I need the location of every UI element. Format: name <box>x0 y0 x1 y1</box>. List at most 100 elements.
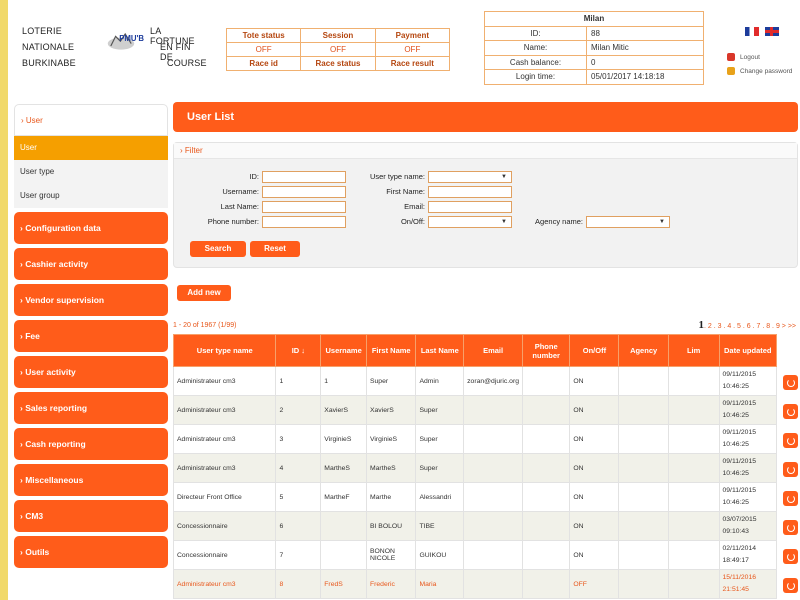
phone-label: Phone number: <box>207 217 259 226</box>
sidebar-item-sales-reporting[interactable]: › Sales reporting <box>14 392 168 424</box>
cell-on-off: ON <box>569 540 620 570</box>
reset-button[interactable]: Reset <box>250 241 300 257</box>
edit-wrench-icon[interactable] <box>783 375 798 390</box>
table-row[interactable]: Concessionnaire 7 BONON NICOLE GUIKOU ON 02/1… <box>172 540 777 570</box>
english-flag-icon[interactable] <box>765 27 780 37</box>
cell-date-updated: 03/07/2015 09:10:43 <box>718 511 777 541</box>
sidebar-item-outils[interactable]: › Outils <box>14 536 168 568</box>
cell-id: 3 <box>275 424 322 454</box>
col-on-off[interactable]: On/Off <box>569 334 620 367</box>
cell-user-type-name: Concessionnaire <box>172 540 277 570</box>
cell-user-type-name: Administrateur cm3 <box>172 569 277 599</box>
cell-email: zoran@djuric.org <box>463 366 523 396</box>
cell-id: 6 <box>275 511 322 541</box>
col-username[interactable]: Username <box>320 334 367 367</box>
table-row[interactable]: Administrateur cm3 3 VirginieS VirginieS Sup… <box>172 424 777 454</box>
status-table: Tote status Session Payment OFF OFF OFF … <box>225 28 451 71</box>
username-label: Username: <box>222 187 259 196</box>
col-lim[interactable]: Lim <box>667 334 720 367</box>
user-name-label: Name: <box>484 40 587 56</box>
username-input[interactable] <box>262 186 346 198</box>
lastname-input[interactable] <box>262 201 346 213</box>
edit-wrench-icon[interactable] <box>783 433 798 448</box>
session-value: OFF <box>300 42 376 57</box>
sidebar-item-user-activity[interactable]: › User activity <box>14 356 168 388</box>
table-row[interactable]: Administrateur cm3 4 MartheS MartheS Super ON… <box>172 453 777 483</box>
sidebar-item-vendor-supervision[interactable]: › Vendor supervision <box>14 284 168 316</box>
phone-input[interactable] <box>262 216 346 228</box>
col-agency[interactable]: Agency <box>618 334 669 367</box>
filter-panel: › Filter ID: Username: Last Name: Phone … <box>173 142 798 268</box>
change-password-label: Change password <box>740 68 793 75</box>
col-first-name[interactable]: First Name <box>365 334 417 367</box>
cell-agency <box>618 453 669 483</box>
sidebar-item-label: Fee <box>25 331 40 341</box>
cell-username: MartheS <box>320 453 367 483</box>
sidebar-subitem-user[interactable]: User <box>14 136 168 160</box>
cell-first-name: BI BOLOU <box>365 511 417 541</box>
usertype-select[interactable]: ▼ <box>428 171 512 183</box>
cell-user-type-name: Administrateur cm3 <box>172 395 277 425</box>
filter-toggle[interactable]: › Filter <box>174 143 797 159</box>
user-id-label: ID: <box>484 25 587 41</box>
sidebar-item-configuration-data[interactable]: › Configuration data <box>14 212 168 244</box>
cell-user-type-name: Directeur Front Office <box>172 482 277 512</box>
cell-lim <box>667 569 720 599</box>
cash-balance-value: 0 <box>586 54 704 70</box>
logo-text: COURSE <box>167 58 207 68</box>
race-status-header: Race status <box>300 56 376 71</box>
sidebar-section-user[interactable]: › User <box>14 104 168 136</box>
page-links[interactable]: . 2 . 3 . 4 . 5 . 6 . 7 . 8 . 9 > >> <box>704 323 796 330</box>
col-email[interactable]: Email <box>463 334 523 367</box>
edit-wrench-icon[interactable] <box>783 404 798 419</box>
id-label: ID: <box>249 172 259 181</box>
edit-wrench-icon[interactable] <box>783 462 798 477</box>
col-user-type-name[interactable]: User type name <box>172 334 277 367</box>
sidebar-item-label: Sales reporting <box>25 403 88 413</box>
cell-user-type-name: Administrateur cm3 <box>172 453 277 483</box>
pagination[interactable]: 1. 2 . 3 . 4 . 5 . 6 . 7 . 8 . 9 > >> <box>698 319 796 331</box>
email-input[interactable] <box>428 201 512 213</box>
col-date-updated[interactable]: Date updated <box>718 334 777 367</box>
table-row[interactable]: Administrateur cm3 1 1 Super Admin zoran@djur… <box>172 366 777 396</box>
col-id[interactable]: ID ↓ <box>275 334 322 367</box>
cell-phone <box>521 540 571 570</box>
sidebar-subitem-user-group[interactable]: User group <box>14 184 168 208</box>
cell-lim <box>667 511 720 541</box>
cell-first-name: MartheS <box>365 453 417 483</box>
edit-wrench-icon[interactable] <box>783 491 798 506</box>
sidebar-item-miscellaneous[interactable]: › Miscellaneous <box>14 464 168 496</box>
login-time-label: Login time: <box>484 69 587 85</box>
table-row[interactable]: Administrateur cm3 8 FredS Frederic Maria OFF… <box>172 569 777 599</box>
firstname-input[interactable] <box>428 186 512 198</box>
edit-wrench-icon[interactable] <box>783 549 798 564</box>
change-password-link[interactable]: Change password <box>727 65 792 79</box>
sidebar-item-cash-reporting[interactable]: › Cash reporting <box>14 428 168 460</box>
table-row[interactable]: Directeur Front Office 5 MartheF Marthe Ales… <box>172 482 777 512</box>
sidebar-item-fee[interactable]: › Fee <box>14 320 168 352</box>
edit-wrench-icon[interactable] <box>783 578 798 593</box>
usertype-label: User type name: <box>369 172 425 181</box>
search-button[interactable]: Search <box>190 241 246 257</box>
sidebar-subitem-user-type[interactable]: User type <box>14 160 168 184</box>
cell-id: 4 <box>275 453 322 483</box>
cell-date-updated: 15/11/2016 21:51:45 <box>718 569 777 599</box>
id-input[interactable] <box>262 171 346 183</box>
cell-agency <box>618 482 669 512</box>
table-row[interactable]: Concessionnaire 6 BI BOLOU TIBE ON 03/07/2015… <box>172 511 777 541</box>
payment-value: OFF <box>374 42 451 57</box>
cell-last-name: Maria <box>415 569 465 599</box>
agency-select[interactable]: ▼ <box>586 216 670 228</box>
table-row[interactable]: Administrateur cm3 2 XavierS XavierS Super ON… <box>172 395 777 425</box>
session-header: Session <box>300 28 376 43</box>
edit-wrench-icon[interactable] <box>783 520 798 535</box>
add-new-button[interactable]: Add new <box>177 285 231 301</box>
cell-agency <box>618 569 669 599</box>
french-flag-icon[interactable] <box>745 27 759 37</box>
col-last-name[interactable]: Last Name <box>415 334 465 367</box>
sidebar-item-cashier-activity[interactable]: › Cashier activity <box>14 248 168 280</box>
col-phone[interactable]: Phone number <box>521 334 571 367</box>
sidebar-item-cm3[interactable]: › CM3 <box>14 500 168 532</box>
cell-user-type-name: Administrateur cm3 <box>172 424 277 454</box>
logout-link[interactable]: Logout <box>727 51 792 65</box>
